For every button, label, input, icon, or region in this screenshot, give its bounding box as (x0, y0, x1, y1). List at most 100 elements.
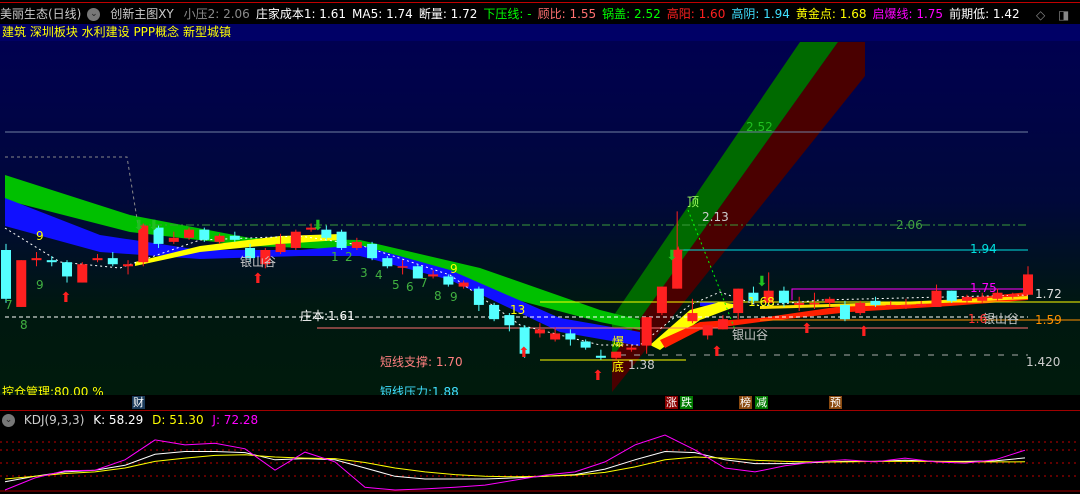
chevron-down-icon[interactable]: ⌄ (2, 414, 15, 427)
candle-body (123, 264, 134, 267)
candle[interactable] (489, 302, 500, 322)
candle-body (62, 262, 73, 277)
candle[interactable] (16, 260, 27, 307)
forecast-badge[interactable]: 预 (829, 396, 842, 409)
candle[interactable] (46, 256, 57, 267)
rank-badge[interactable]: 榜 (739, 396, 752, 409)
indicator-header: 美丽生态(日线) ⌄ 创新主图XY 小压2: 2.06 庄家成本1: 1.61 MA5… (0, 5, 1080, 23)
candle[interactable] (931, 284, 942, 307)
label-1.94: 1.94 (970, 242, 997, 256)
candle-body (794, 302, 805, 305)
label-1.59: 1.59 (1035, 313, 1062, 327)
candle-body (946, 290, 957, 301)
candle-body (1, 250, 11, 299)
candle[interactable] (1, 243, 11, 303)
candle[interactable] (473, 286, 484, 312)
count-label: 5 (392, 278, 400, 292)
candle-body (931, 290, 942, 307)
panel-toggle-icon[interactable]: ◨ (1058, 8, 1069, 22)
count-label: 2 (345, 250, 353, 264)
fall-badge[interactable]: 跌 (680, 396, 693, 409)
finance-badge[interactable]: 财 (132, 396, 145, 409)
kdj-name[interactable]: KDJ(9,3,3) (24, 413, 85, 427)
label-1.75: 1.75 (970, 281, 997, 295)
valley-label: 银山谷 (240, 255, 277, 269)
diamond-icon[interactable]: ◇ (1036, 8, 1045, 22)
candle-body (977, 296, 988, 301)
label-2.06: 2.06 (896, 218, 923, 232)
candle-body (351, 241, 362, 248)
count-label: 6 (406, 280, 414, 294)
candle[interactable] (77, 262, 88, 283)
candle-body (717, 319, 728, 330)
candle-body (290, 231, 301, 248)
header-item: 小压2: 2.06 (183, 7, 250, 21)
candle[interactable] (31, 252, 42, 267)
candle-body (702, 325, 713, 336)
header-item: 启爆线: 1.75 (872, 7, 944, 21)
down-arrow-icon: ⬇ (148, 218, 160, 234)
candle-body (489, 304, 500, 320)
up-arrow-icon: ⬆ (592, 368, 604, 384)
kdj-k: K: 58.29 (93, 413, 144, 427)
sector-tags: 建筑 深圳板块 水利建设 PPP概念 新型城镇 (0, 24, 1080, 41)
count-label: 7 (5, 298, 13, 312)
candle-body (580, 341, 591, 348)
candle-body (1023, 274, 1033, 295)
count-label: 9 (36, 278, 44, 292)
header-item: 下压线: - (483, 7, 532, 21)
candle-body (900, 304, 911, 307)
candle[interactable] (367, 241, 378, 261)
header-item: 庄家成本1: 1.61 (255, 7, 347, 21)
candle[interactable] (1023, 266, 1033, 295)
event-strip (0, 395, 1080, 410)
count-label: 4 (375, 268, 383, 282)
candle-body (656, 286, 667, 314)
top-border (0, 0, 1080, 3)
count-label: 3 (360, 266, 368, 280)
count-label: 1 (331, 250, 339, 264)
kdj-j: J: 72.28 (212, 413, 259, 427)
candle-body (458, 282, 469, 287)
candle-body (733, 288, 744, 314)
candle[interactable] (595, 349, 606, 360)
candle[interactable] (794, 296, 805, 312)
candle-body (92, 258, 103, 261)
candle[interactable] (62, 260, 73, 283)
top-marker: 顶 (687, 195, 700, 209)
candle[interactable] (778, 286, 789, 307)
candle-body (184, 229, 195, 238)
candle[interactable] (336, 229, 347, 250)
bottom-value: 1.38 (628, 358, 655, 372)
rise-badge[interactable]: 涨 (665, 396, 678, 409)
candle[interactable] (733, 288, 744, 320)
candle-body (367, 243, 378, 259)
candle-body (916, 303, 927, 306)
reduce-badge[interactable]: 减 (755, 396, 768, 409)
candle-body (550, 333, 561, 340)
candle-body (809, 302, 820, 305)
candle-body (229, 235, 240, 240)
candle-body (885, 304, 896, 307)
indicator-name[interactable]: 创新主图XY (110, 7, 174, 21)
candle[interactable] (199, 227, 210, 242)
top-value: 2.13 (702, 210, 729, 224)
candle[interactable] (123, 260, 134, 275)
count-label: 8 (434, 289, 442, 303)
chevron-down-icon[interactable]: ⌄ (87, 8, 101, 21)
candle-body (687, 313, 698, 322)
candle-body (443, 276, 454, 285)
candle-body (397, 266, 408, 268)
candle[interactable] (107, 252, 118, 267)
up-arrow-icon: ⬆ (858, 324, 870, 340)
candle[interactable] (855, 300, 866, 316)
candle[interactable] (702, 325, 713, 340)
candle[interactable] (92, 254, 103, 263)
stock-title[interactable]: 美丽生态(日线) (0, 7, 81, 21)
star-icon: ★ (672, 244, 685, 260)
candle-body (565, 333, 576, 340)
candle[interactable] (656, 286, 667, 316)
candle-body (824, 298, 835, 303)
candle[interactable] (290, 229, 301, 250)
candle[interactable] (534, 323, 545, 338)
